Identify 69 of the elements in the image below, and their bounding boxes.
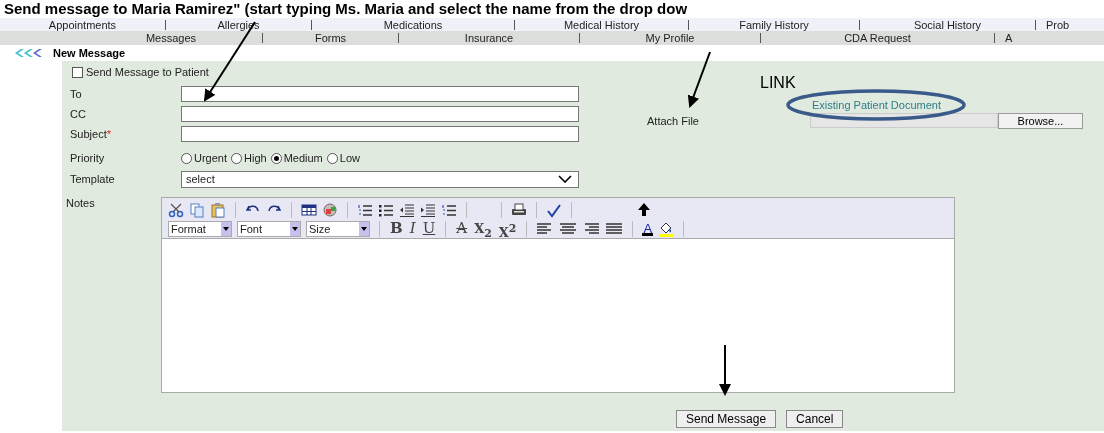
- nav-link[interactable]: Messages: [80, 33, 263, 43]
- nav-link[interactable]: Family History: [689, 20, 860, 30]
- action-button[interactable]: Cancel: [786, 410, 844, 428]
- radio-label: Medium: [283, 152, 323, 164]
- format-button[interactable]: X$_{2}$: [473, 220, 493, 237]
- nav-link[interactable]: Forms: [263, 33, 399, 43]
- field-label: Notes: [66, 197, 96, 211]
- annotation-arrow: [687, 51, 711, 108]
- radio-button[interactable]: [231, 152, 243, 164]
- field-label: Priority: [70, 152, 106, 164]
- image-icon[interactable]: [322, 201, 338, 218]
- indent-icon[interactable]: [420, 201, 436, 218]
- annotation-arrow: [719, 344, 731, 396]
- toolbar-dropdown[interactable]: Format: [168, 220, 232, 237]
- dropdown-arrow-icon[interactable]: [361, 226, 367, 231]
- nav-link[interactable]: CDA Request: [761, 33, 995, 43]
- text-field[interactable]: [181, 106, 579, 122]
- toolbar-dropdown[interactable]: Font: [237, 220, 301, 237]
- checkbox-label: Send Message to Patient: [86, 66, 209, 78]
- paste-icon[interactable]: [210, 201, 226, 218]
- radio-button[interactable]: [181, 152, 192, 164]
- dropdown-arrow-icon[interactable]: [223, 226, 229, 231]
- action-button[interactable]: Send Message: [676, 410, 777, 428]
- align-right-icon[interactable]: [582, 220, 601, 237]
- nav-link[interactable]: My Profile: [580, 33, 761, 43]
- nav-link[interactable]: Medical History: [515, 20, 689, 30]
- cut-icon[interactable]: [168, 201, 184, 218]
- browse-button[interactable]: Browse...: [998, 113, 1083, 129]
- justify-icon[interactable]: [605, 220, 624, 237]
- chevron-icon: [558, 175, 572, 183]
- copy-icon[interactable]: [189, 201, 205, 218]
- format-button[interactable]: A: [455, 220, 469, 237]
- nav-link[interactable]: Prob: [1036, 20, 1104, 30]
- nav-link[interactable]: A: [995, 33, 1104, 43]
- highlight-color-icon[interactable]: [658, 220, 675, 237]
- radio-label: Low: [339, 152, 360, 164]
- document-link[interactable]: Existing Patient Document: [812, 99, 1083, 113]
- up-arrow-icon[interactable]: [636, 201, 652, 218]
- template-select[interactable]: select: [181, 170, 579, 188]
- text-field[interactable]: [181, 126, 579, 142]
- field-label: CC: [70, 108, 87, 120]
- page-title: New Message: [53, 47, 126, 59]
- nav-link[interactable]: Social History: [860, 20, 1036, 30]
- text-color-button[interactable]: A: [642, 221, 654, 236]
- nav-link[interactable]: Insurance: [399, 33, 580, 43]
- field-label: Template: [70, 173, 116, 185]
- annotation-label: LINK: [760, 74, 796, 92]
- radio-label: High: [244, 152, 267, 164]
- radio-button[interactable]: [270, 152, 282, 164]
- format-button[interactable]: X$^{2}$: [497, 220, 518, 237]
- align-center-icon[interactable]: [559, 220, 578, 237]
- outdent-icon[interactable]: [399, 201, 415, 218]
- table-icon[interactable]: [301, 201, 317, 218]
- dropdown-arrow-icon[interactable]: [292, 226, 298, 231]
- field-label: To: [70, 88, 83, 100]
- field-label: Subject*: [70, 128, 112, 140]
- toolbar-dropdown[interactable]: Size: [306, 220, 370, 237]
- format-button[interactable]: U: [421, 220, 437, 237]
- radio-label: Urgent: [194, 152, 228, 164]
- radio-button[interactable]: [326, 152, 338, 164]
- nav-link[interactable]: Appointments: [0, 20, 166, 30]
- printer-icon[interactable]: [511, 201, 527, 218]
- text-field[interactable]: [181, 86, 579, 102]
- format-button[interactable]: B: [389, 220, 404, 237]
- nav-link[interactable]: Medications: [312, 20, 515, 30]
- format-button[interactable]: I: [408, 220, 417, 237]
- checkbox[interactable]: [72, 66, 83, 78]
- annotation-heading: Send message to Maria Ramirez" (start typing Ms. Maria and select the name from the drop dow: [3, 0, 689, 18]
- field-label: Attach File: [647, 115, 700, 128]
